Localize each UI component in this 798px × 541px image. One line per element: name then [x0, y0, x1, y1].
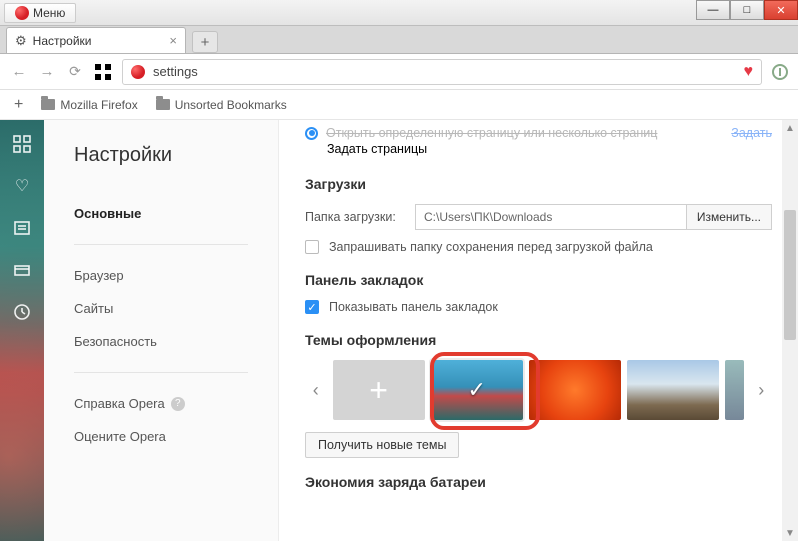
themes-next-button[interactable]: › — [750, 360, 772, 420]
bookmark-heart-icon[interactable]: ♥ — [744, 63, 754, 81]
bookmarks-panel-heading: Панель закладок — [305, 272, 772, 288]
tab-settings[interactable]: ⚙ Настройки × — [6, 27, 186, 53]
theme-tile[interactable] — [627, 360, 719, 420]
section-battery: Экономия заряда батареи — [305, 474, 772, 490]
section-bookmarks-panel: Панель закладок ✓ Показывать панель закл… — [305, 272, 772, 314]
tab-strip: ⚙ Настройки × + — [0, 26, 798, 54]
scroll-thumb[interactable] — [784, 210, 796, 340]
settings-content: Открыть определенную страницу или нескол… — [279, 120, 798, 541]
bookmark-label: Mozilla Firefox — [60, 98, 137, 112]
downloads-heading: Загрузки — [305, 176, 772, 192]
sidebar-item-basic[interactable]: Основные — [74, 197, 278, 230]
themes-strip: ‹ + ✓ › — [305, 360, 772, 420]
menu-button[interactable]: Меню — [4, 3, 76, 23]
sidebar-item-help[interactable]: Справка Opera ? — [74, 387, 278, 420]
get-themes-button[interactable]: Получить новые темы — [305, 432, 459, 458]
scroll-up-button[interactable]: ▲ — [782, 120, 798, 136]
opera-icon — [131, 65, 145, 79]
bookmarks-icon[interactable]: ♡ — [12, 176, 32, 196]
theme-tile-selected[interactable]: ✓ — [431, 360, 523, 420]
check-icon: ✓ — [467, 377, 485, 403]
divider — [74, 372, 248, 373]
bookmark-folder[interactable]: Unsorted Bookmarks — [156, 98, 287, 112]
download-path-input[interactable] — [415, 204, 687, 230]
show-bookmarks-checkbox[interactable]: ✓ — [305, 300, 319, 314]
theme-tile[interactable] — [725, 360, 745, 420]
theme-tile[interactable] — [529, 360, 621, 420]
sidebar-item-websites[interactable]: Сайты — [74, 292, 278, 325]
folder-icon — [41, 99, 55, 110]
speed-dial-icon[interactable] — [12, 134, 32, 154]
themes-prev-button[interactable]: ‹ — [305, 360, 327, 420]
divider — [74, 244, 248, 245]
download-change-button[interactable]: Изменить... — [687, 204, 772, 230]
speed-dial-button[interactable] — [94, 63, 112, 81]
adblock-icon[interactable] — [772, 64, 788, 80]
set-pages-link[interactable]: Задать — [731, 126, 772, 140]
window-minimize-button[interactable]: — — [696, 0, 730, 20]
nav-reload-button[interactable]: ⟳ — [66, 63, 84, 81]
content-scrollbar[interactable]: ▲ ▼ — [782, 120, 798, 541]
download-path-label: Папка загрузки: — [305, 210, 405, 224]
window-titlebar: Меню — □ ✕ — [0, 0, 798, 26]
tab-close-button[interactable]: × — [169, 33, 177, 48]
new-tab-button[interactable]: + — [192, 31, 218, 53]
window-maximize-button[interactable]: □ — [730, 0, 764, 20]
tab-title: Настройки — [33, 34, 92, 48]
set-pages-link-2[interactable]: Задать страницы — [327, 142, 427, 156]
sidebar-item-security[interactable]: Безопасность — [74, 325, 278, 358]
history-icon[interactable] — [12, 302, 32, 322]
opera-icon — [15, 6, 29, 20]
menu-label: Меню — [33, 6, 65, 20]
add-bookmark-button[interactable]: + — [14, 96, 23, 114]
folder-icon — [156, 99, 170, 110]
ask-before-download-label: Запрашивать папку сохранения перед загру… — [329, 240, 653, 254]
theme-add-tile[interactable]: + — [333, 360, 425, 420]
nav-forward-button[interactable]: → — [38, 63, 56, 81]
sidebar-item-browser[interactable]: Браузер — [74, 259, 278, 292]
section-downloads: Загрузки Папка загрузки: Изменить... Зап… — [305, 176, 772, 254]
sidebar-item-rate[interactable]: Оцените Opera — [74, 420, 278, 453]
battery-heading: Экономия заряда батареи — [305, 474, 772, 490]
help-label: Справка Opera — [74, 396, 165, 411]
section-themes: Темы оформления ‹ + ✓ › Получить новые т… — [305, 332, 772, 458]
window-close-button[interactable]: ✕ — [764, 0, 798, 20]
ask-before-download-checkbox[interactable] — [305, 240, 319, 254]
page-title: Настройки — [74, 144, 278, 167]
startup-radio[interactable] — [305, 127, 318, 140]
bookmarks-bar: + Mozilla Firefox Unsorted Bookmarks — [0, 90, 798, 120]
scroll-down-button[interactable]: ▼ — [782, 525, 798, 541]
nav-back-button[interactable]: ← — [10, 63, 28, 81]
bookmark-label: Unsorted Bookmarks — [175, 98, 287, 112]
side-rail: ♡ — [0, 120, 44, 541]
show-bookmarks-label: Показывать панель закладок — [329, 300, 498, 314]
address-input[interactable] — [153, 64, 736, 79]
help-icon: ? — [171, 397, 185, 411]
address-bar[interactable]: ♥ — [122, 59, 762, 85]
startup-option-label: Открыть определенную страницу или нескол… — [326, 126, 723, 140]
nav-toolbar: ← → ⟳ ♥ — [0, 54, 798, 90]
bookmark-folder[interactable]: Mozilla Firefox — [41, 98, 137, 112]
tabs-icon[interactable] — [12, 260, 32, 280]
news-icon[interactable] — [12, 218, 32, 238]
settings-nav: Настройки Основные Браузер Сайты Безопас… — [44, 120, 279, 541]
gear-icon: ⚙ — [15, 33, 27, 49]
themes-heading: Темы оформления — [305, 332, 772, 348]
